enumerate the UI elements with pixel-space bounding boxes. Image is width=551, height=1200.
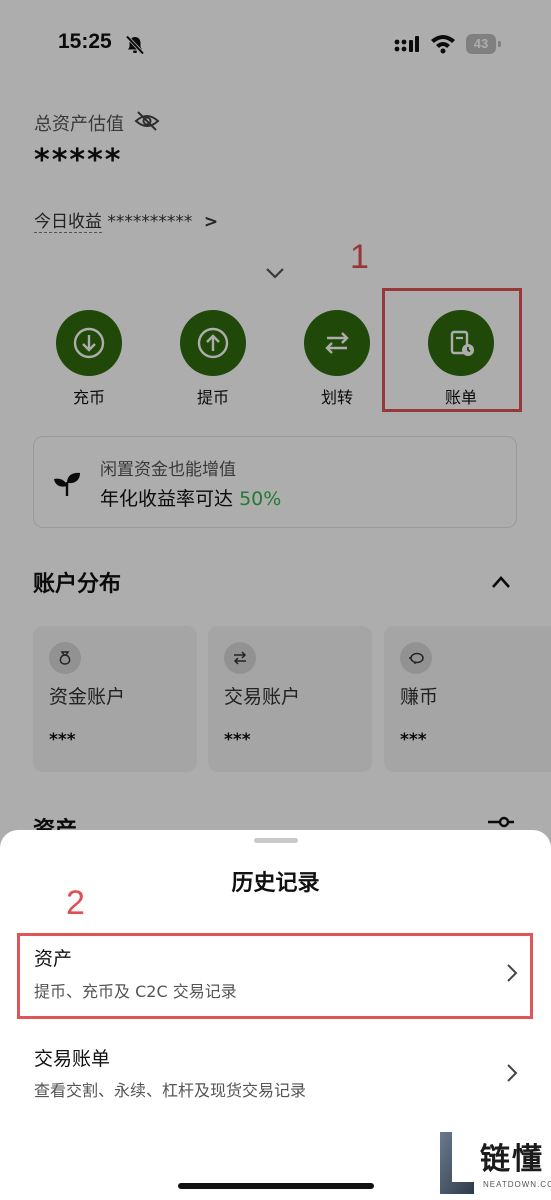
home-indicator[interactable] [178, 1183, 374, 1189]
watermark-l-icon [440, 1132, 474, 1194]
watermark-text: 链懂 [480, 1142, 544, 1177]
chevron-right-icon [507, 1064, 518, 1082]
watermark-logo: 链懂 NEATDOWN.COM [434, 1128, 551, 1200]
watermark-domain: NEATDOWN.COM [483, 1180, 551, 1189]
sheet-drag-handle[interactable] [254, 838, 298, 843]
history-item-trade-bill[interactable]: 交易账单 查看交割、永续、杠杆及现货交易记录 [0, 1030, 551, 1114]
annotation-box-assets [17, 933, 533, 1019]
history-item-title: 交易账单 [34, 1048, 111, 1070]
history-item-subtitle: 查看交割、永续、杠杆及现货交易记录 [34, 1081, 307, 1100]
annotation-step-2: 2 [66, 884, 85, 922]
